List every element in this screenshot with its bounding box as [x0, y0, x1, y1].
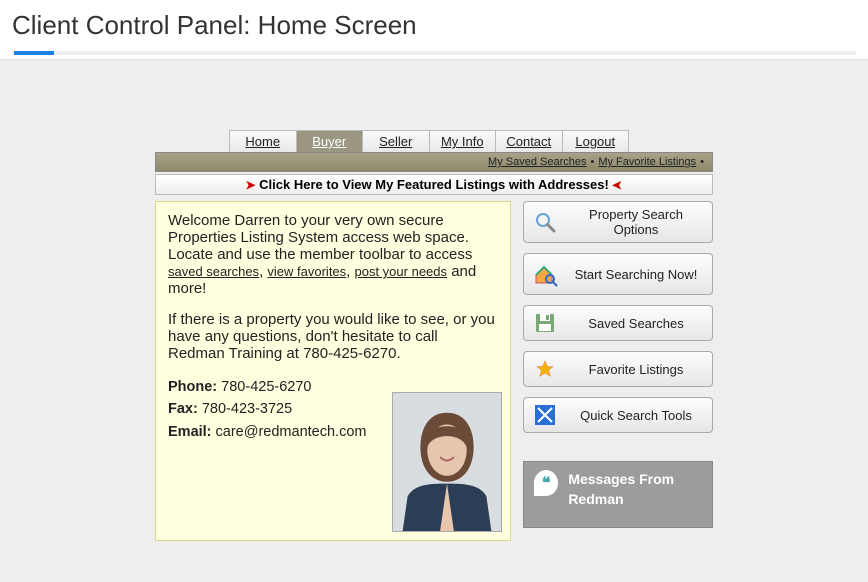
- phone-label: Phone:: [168, 379, 217, 395]
- btn-quick-search-tools[interactable]: Quick Search Tools: [523, 397, 713, 433]
- btn-start-searching[interactable]: Start Searching Now!: [523, 253, 713, 295]
- star-icon: [532, 356, 558, 382]
- email-label: Email:: [168, 424, 212, 440]
- quote-icon: ❝: [534, 470, 558, 496]
- welcome-text-2: If there is a property you would like to…: [168, 311, 498, 362]
- btn-label: Start Searching Now!: [568, 267, 704, 282]
- magnifier-icon: [532, 209, 558, 235]
- tab-contact[interactable]: Contact: [495, 131, 562, 152]
- tools-icon: [532, 402, 558, 428]
- link-saved-searches[interactable]: saved searches: [168, 264, 259, 279]
- btn-label: Quick Search Tools: [568, 408, 704, 423]
- separator-dot: •: [700, 156, 704, 168]
- messages-title: Messages From Redman: [568, 470, 702, 509]
- progress-bar: [12, 51, 856, 55]
- tab-buyer[interactable]: Buyer: [296, 131, 363, 152]
- link-view-favorites[interactable]: view favorites: [267, 264, 346, 279]
- progress-fill: [14, 51, 54, 55]
- btn-saved-searches[interactable]: Saved Searches: [523, 305, 713, 341]
- subbar-favorite-listings[interactable]: My Favorite Listings: [598, 156, 696, 168]
- welcome-text-1: Welcome Darren to your very own secure P…: [168, 212, 472, 263]
- tab-home[interactable]: Home: [230, 131, 296, 152]
- messages-box: ❝ Messages From Redman: [523, 461, 713, 528]
- tab-myinfo[interactable]: My Info: [429, 131, 496, 152]
- tab-logout[interactable]: Logout: [562, 131, 629, 152]
- page-header: Client Control Panel: Home Screen: [0, 0, 868, 60]
- phone-value: 780-425-6270: [217, 379, 311, 395]
- fax-label: Fax:: [168, 401, 198, 417]
- btn-label: Saved Searches: [568, 316, 704, 331]
- sub-bar: My Saved Searches • My Favorite Listings…: [155, 152, 713, 172]
- btn-favorite-listings[interactable]: Favorite Listings: [523, 351, 713, 387]
- featured-listings-bar[interactable]: ➤ Click Here to View My Featured Listing…: [155, 174, 713, 195]
- page-title: Client Control Panel: Home Screen: [12, 10, 856, 41]
- arrow-left-icon: ➤: [612, 178, 622, 192]
- link-post-needs[interactable]: post your needs: [355, 264, 448, 279]
- btn-label: Property Search Options: [568, 207, 704, 237]
- email-value: care@redmantech.com: [212, 424, 367, 440]
- side-column: Property Search Options Start Searching …: [523, 201, 713, 541]
- tab-bar: Home Buyer Seller My Info Contact Logout: [229, 130, 629, 152]
- arrow-right-icon: ➤: [245, 178, 255, 192]
- agent-photo: [392, 392, 502, 532]
- house-search-icon: [532, 261, 558, 287]
- featured-text: Click Here to View My Featured Listings …: [259, 177, 609, 192]
- subbar-saved-searches[interactable]: My Saved Searches: [488, 156, 586, 168]
- btn-property-search-options[interactable]: Property Search Options: [523, 201, 713, 243]
- separator-dot: •: [590, 156, 594, 168]
- btn-label: Favorite Listings: [568, 362, 704, 377]
- save-icon: [532, 310, 558, 336]
- welcome-box: Welcome Darren to your very own secure P…: [155, 201, 511, 541]
- tab-seller[interactable]: Seller: [362, 131, 429, 152]
- fax-value: 780-423-3725: [198, 401, 292, 417]
